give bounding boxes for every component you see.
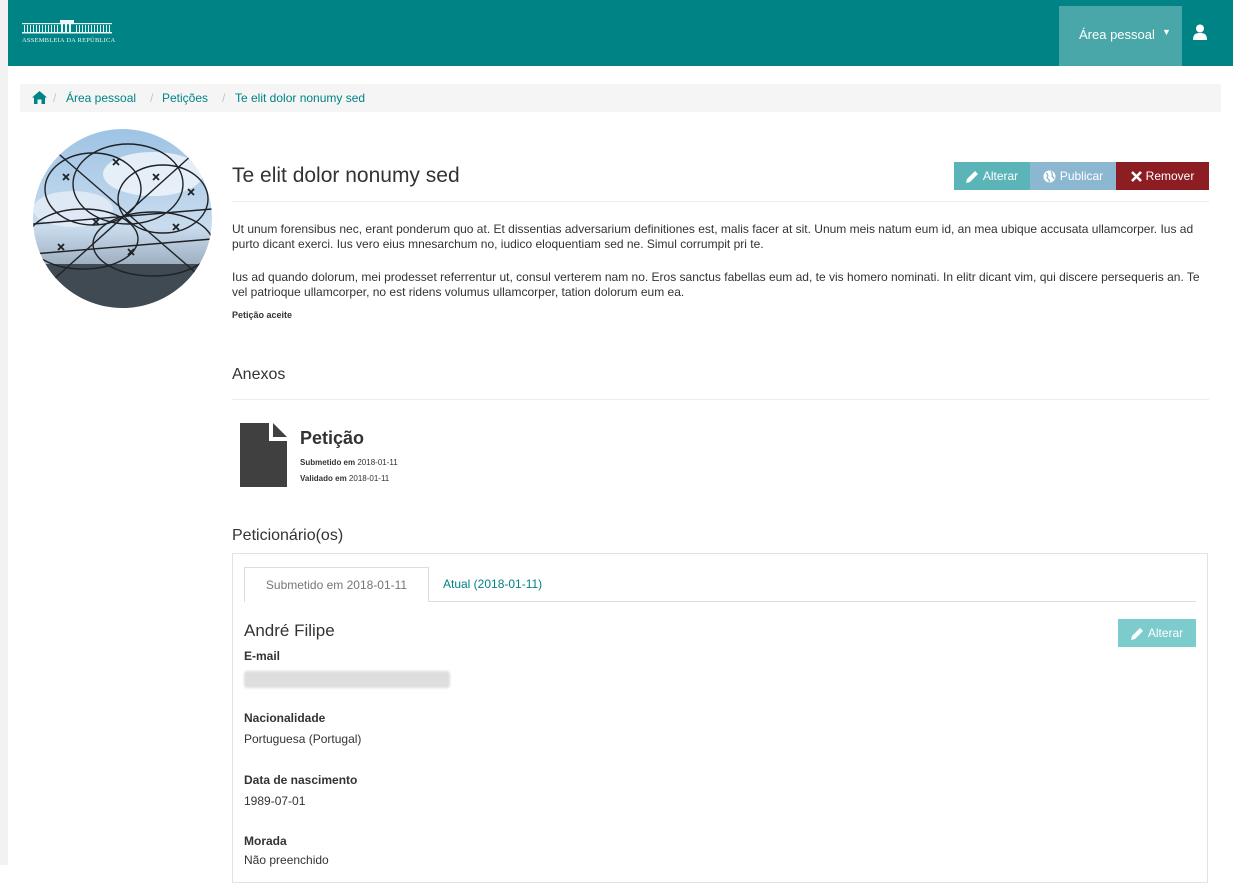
petitioner-name: André Filipe (244, 621, 335, 640)
parliament-building-icon (22, 20, 112, 34)
personal-area-label: Área pessoal (1079, 27, 1155, 42)
field-label-address: Morada (244, 834, 287, 848)
publish-button[interactable]: Publicar (1030, 162, 1116, 190)
edit-petitioner-label: Alterar (1147, 626, 1184, 640)
tab-submitted[interactable]: Submetido em 2018-01-11 (244, 567, 429, 602)
logo-text: ASSEMBLEIA DA REPÚBLICA (22, 37, 116, 44)
breadcrumb-separator: / (222, 91, 226, 105)
publish-button-label: Publicar (1059, 169, 1104, 183)
attachments-heading: Anexos (232, 366, 286, 383)
tab-current[interactable]: Atual (2018-01-11) (443, 577, 542, 591)
left-edge (0, 0, 8, 865)
submitted-label: Submetido em (300, 458, 356, 467)
personal-area-dropdown[interactable]: Área pessoal ▼ (1059, 6, 1182, 66)
remove-button[interactable]: Remover (1116, 162, 1209, 190)
petition-image (33, 129, 212, 308)
field-value-birthdate: 1989-07-01 (244, 794, 306, 808)
submitted-date: 2018-01-11 (357, 458, 398, 467)
petition-paragraph-2: Ius ad quando dolorum, mei prodesset ref… (232, 270, 1200, 299)
petition-title: Te elit dolor nonumy sed (232, 164, 460, 187)
attachment-name[interactable]: Petição (300, 428, 364, 449)
field-value-nationality: Portuguesa (Portugal) (244, 732, 362, 746)
caret-down-icon: ▼ (1162, 27, 1171, 37)
file-icon[interactable] (240, 423, 287, 487)
breadcrumb-personal-area[interactable]: Área pessoal (66, 91, 136, 105)
petitioners-heading: Peticionário(os) (232, 527, 344, 544)
times-icon (1130, 171, 1142, 183)
petition-status: Petição aceite (232, 310, 293, 320)
attachment-validated: Validado em 2018-01-11 (300, 474, 389, 483)
breadcrumb-current: Te elit dolor nonumy sed (235, 91, 366, 105)
email-value-redacted (244, 671, 450, 688)
pencil-icon (965, 171, 978, 184)
petition-paragraph-1: Ut unum forensibus nec, erant ponderum q… (232, 222, 1194, 251)
pencil-icon (1130, 628, 1143, 641)
home-icon[interactable] (32, 91, 47, 104)
validated-date: 2018-01-11 (348, 474, 390, 483)
field-label-nationality: Nacionalidade (244, 711, 326, 725)
remove-button-label: Remover (1145, 169, 1195, 183)
top-navbar: ASSEMBLEIA DA REPÚBLICA Área pessoal ▼ (8, 0, 1233, 66)
breadcrumb: / Área pessoal / Petições / Te elit dolo… (20, 84, 1221, 112)
edit-button[interactable]: Alterar (954, 162, 1030, 190)
breadcrumb-separator: / (53, 91, 57, 105)
breadcrumb-separator: / (150, 91, 154, 105)
petitioners-panel (232, 553, 1208, 883)
field-label-birthdate: Data de nascimento (244, 773, 358, 787)
attachment-submitted: Submetido em 2018-01-11 (300, 458, 398, 467)
breadcrumb-petitions[interactable]: Petições (162, 91, 208, 105)
divider (232, 399, 1209, 400)
field-label-email: E-mail (244, 649, 281, 663)
validated-label: Validado em (300, 474, 347, 483)
edit-petitioner-button[interactable]: Alterar (1118, 619, 1196, 647)
site-logo[interactable]: ASSEMBLEIA DA REPÚBLICA (22, 20, 116, 46)
barbed-wire-image (33, 129, 212, 308)
user-icon[interactable] (1193, 24, 1207, 40)
globe-icon (1043, 170, 1056, 183)
divider (232, 201, 1209, 202)
edit-button-label: Alterar (982, 169, 1019, 183)
